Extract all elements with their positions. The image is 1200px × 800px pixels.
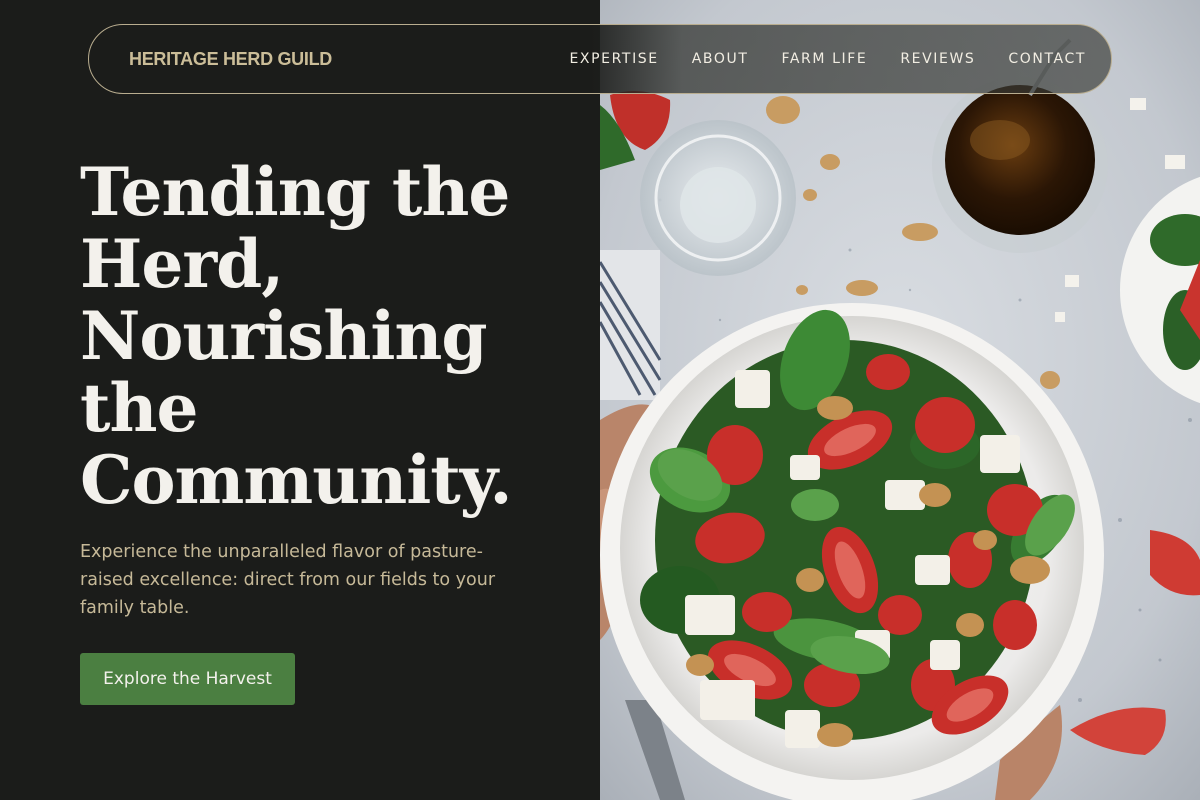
top-navbar: HERITAGE HERD GUILD EXPERTISE ABOUT FARM…	[88, 24, 1112, 94]
brand-logo[interactable]: HERITAGE HERD GUILD	[129, 49, 332, 70]
nav-links: EXPERTISE ABOUT FARM LIFE REVIEWS CONTAC…	[536, 51, 1086, 67]
hero-title: Tending the Herd, Nourishing the Communi…	[80, 153, 513, 519]
nav-item-expertise[interactable]: EXPERTISE	[569, 51, 658, 67]
nav-item-farm-life[interactable]: FARM LIFE	[782, 51, 868, 67]
nav-item-about[interactable]: ABOUT	[692, 51, 749, 67]
hero-subtitle: Experience the unparalleled flavor of pa…	[80, 542, 496, 618]
nav-item-contact[interactable]: CONTACT	[1008, 51, 1086, 67]
salad-bowl-photo	[600, 0, 1200, 800]
explore-harvest-button[interactable]: Explore the Harvest	[80, 653, 295, 705]
nav-item-reviews[interactable]: REVIEWS	[900, 51, 975, 67]
